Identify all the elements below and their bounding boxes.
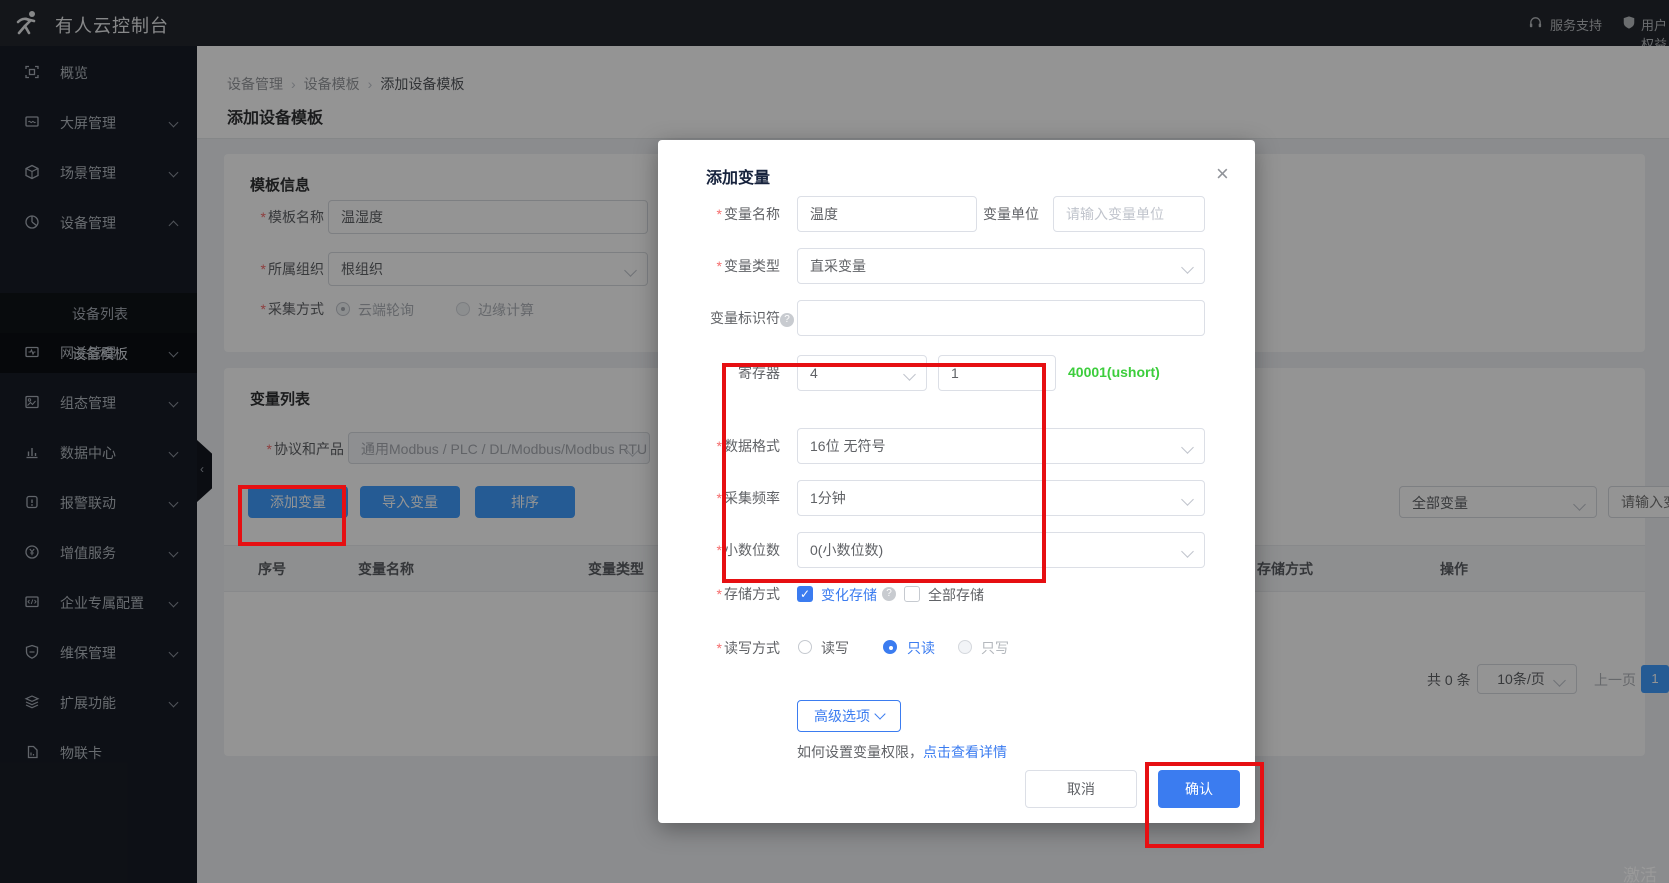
- rw-mode-label: *读写方式: [658, 638, 780, 658]
- chevron-down-icon: [1181, 493, 1194, 506]
- close-icon[interactable]: ×: [1216, 164, 1229, 184]
- variable-type-label: *变量类型: [658, 248, 780, 284]
- required-asterisk: *: [717, 206, 722, 222]
- read-write-option: 读写: [821, 638, 849, 658]
- help-icon[interactable]: ?: [882, 587, 896, 601]
- all-storage-checkbox[interactable]: [904, 586, 920, 602]
- read-write-radio[interactable]: [798, 640, 812, 654]
- required-asterisk: *: [717, 586, 722, 602]
- advanced-options-button[interactable]: 高级选项: [797, 700, 901, 732]
- change-storage-option[interactable]: 变化存储: [821, 585, 877, 605]
- write-only-radio[interactable]: [958, 640, 972, 654]
- required-asterisk: *: [717, 258, 722, 274]
- activation-watermark: 激活: [1623, 861, 1657, 883]
- chevron-down-icon: [874, 708, 885, 719]
- annotation-box-register-fields: [722, 363, 1046, 583]
- chevron-down-icon: [1181, 545, 1194, 558]
- chevron-down-icon: [1181, 261, 1194, 274]
- variable-name-input[interactable]: [797, 196, 977, 232]
- help-icon[interactable]: ?: [780, 313, 794, 327]
- read-only-option: 只读: [907, 638, 935, 658]
- annotation-box-add-variable: [238, 485, 346, 546]
- register-hint: 40001(ushort): [1068, 364, 1160, 380]
- app-root: 有人云控制台 服务支持 用户权益 概览 大屏管: [0, 0, 1669, 883]
- permission-help-text: 如何设置变量权限，点击查看详情: [797, 742, 1007, 762]
- annotation-box-confirm: [1145, 762, 1264, 848]
- change-storage-checkbox[interactable]: ✓: [797, 586, 813, 602]
- modal-title: 添加变量: [706, 164, 770, 188]
- view-details-link[interactable]: 点击查看详情: [923, 744, 1007, 760]
- variable-unit-label: 变量单位: [983, 204, 1039, 224]
- variable-name-label: *变量名称: [658, 196, 780, 232]
- variable-unit-input[interactable]: [1053, 196, 1205, 232]
- read-only-radio[interactable]: [883, 640, 897, 654]
- all-storage-option: 全部存储: [928, 585, 984, 605]
- storage-mode-label: *存储方式: [658, 584, 780, 604]
- variable-type-select[interactable]: 直采变量: [797, 248, 1205, 284]
- chevron-down-icon: [1181, 441, 1194, 454]
- identifier-label: 变量标识符?: [658, 300, 794, 336]
- required-asterisk: *: [717, 640, 722, 656]
- identifier-input[interactable]: [797, 300, 1205, 336]
- write-only-option: 只写: [981, 638, 1009, 658]
- cancel-button[interactable]: 取消: [1025, 770, 1137, 808]
